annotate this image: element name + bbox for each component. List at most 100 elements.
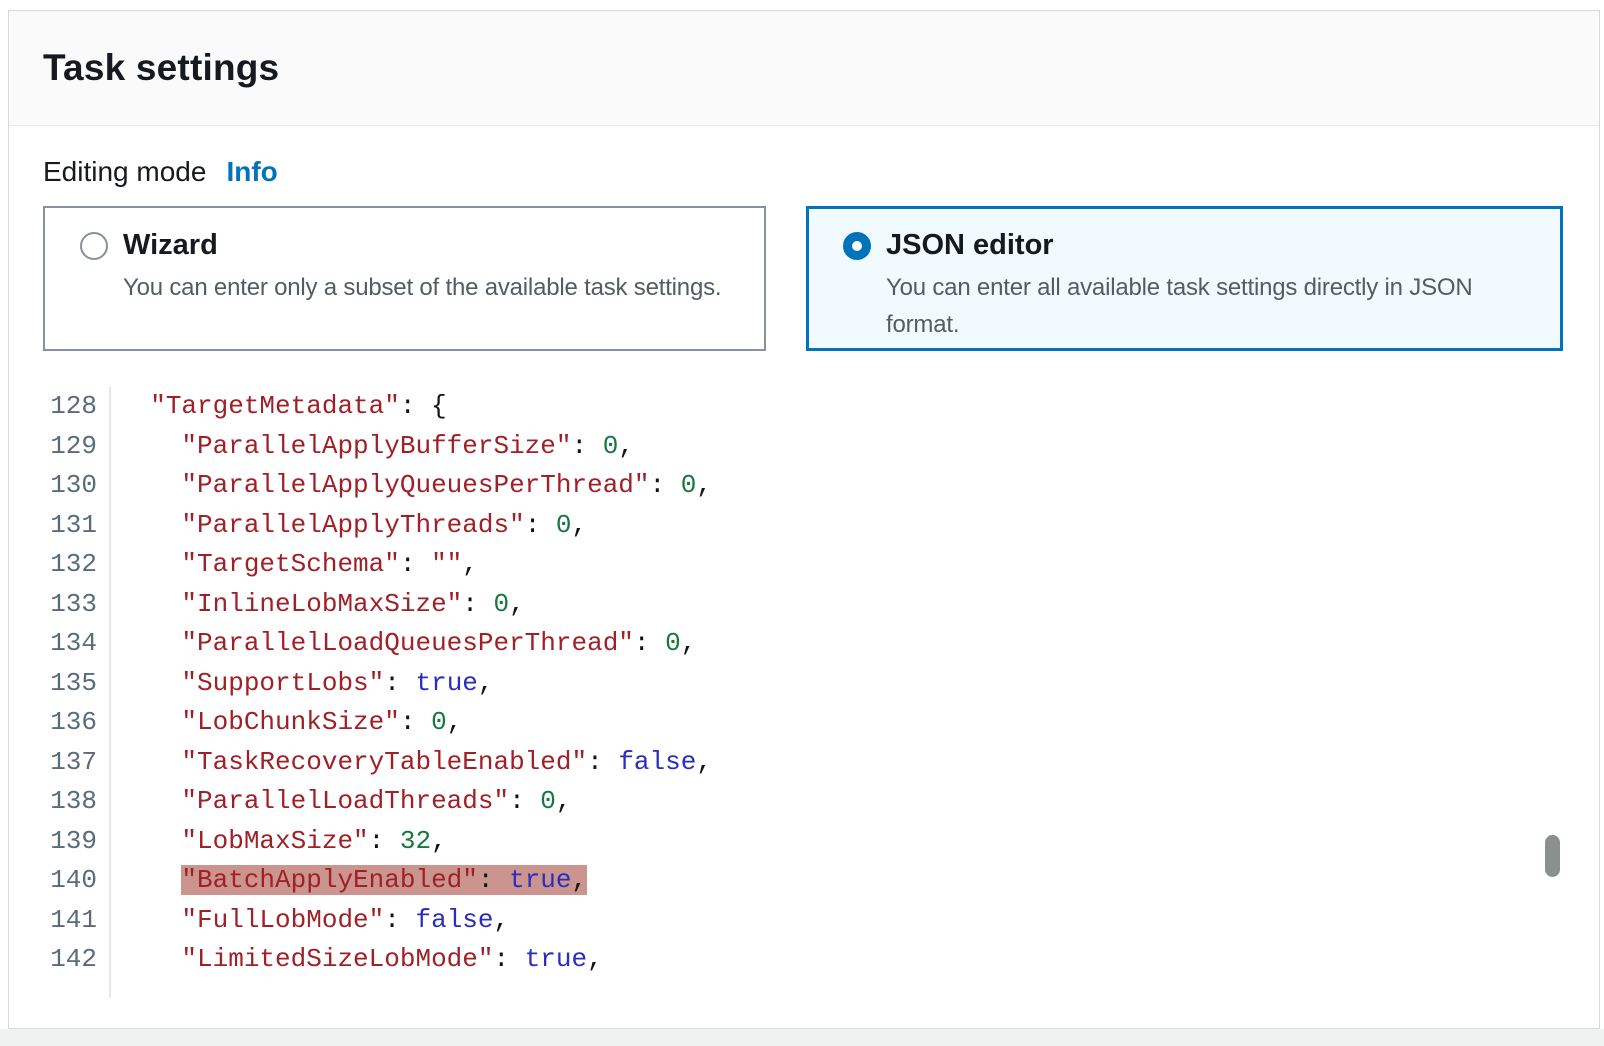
code-token: 0 — [665, 628, 681, 658]
line-number: 137 — [43, 743, 111, 783]
code-token: : — [525, 510, 556, 540]
code-line: 142 "LimitedSizeLobMode": true, — [43, 940, 1565, 980]
code-text: "ParallelLoadThreads": 0, — [111, 782, 572, 822]
code-token: , — [572, 865, 588, 895]
code-token: "LobMaxSize" — [181, 826, 368, 856]
code-token: , — [696, 747, 712, 777]
code-line: 134 "ParallelLoadQueuesPerThread": 0, — [43, 624, 1565, 664]
code-line: 132 "TargetSchema": "", — [43, 545, 1565, 585]
code-token: , — [681, 628, 697, 658]
info-link[interactable]: Info — [226, 156, 277, 188]
code-token: , — [462, 549, 478, 579]
task-settings-panel: Task settings Editing mode Info Wizard Y… — [8, 10, 1600, 1029]
code-token: 0 — [494, 589, 510, 619]
panel-body: Editing mode Info Wizard You can enter o… — [9, 126, 1599, 998]
option-description-json-editor: You can enter all available task setting… — [886, 269, 1541, 343]
code-line: 137 "TaskRecoveryTableEnabled": false, — [43, 743, 1565, 783]
code-line-stub — [43, 980, 1565, 998]
code-token: "BatchApplyEnabled" — [181, 865, 477, 895]
code-token: "ParallelApplyQueuesPerThread" — [181, 470, 649, 500]
option-card-wizard[interactable]: Wizard You can enter only a subset of th… — [43, 206, 766, 351]
code-token: : — [400, 707, 431, 737]
line-number: 136 — [43, 703, 111, 743]
code-token: "SupportLobs" — [181, 668, 384, 698]
code-token: "InlineLobMaxSize" — [181, 589, 462, 619]
editing-mode-options: Wizard You can enter only a subset of th… — [43, 206, 1565, 351]
line-number: 133 — [43, 585, 111, 625]
code-text: "ParallelApplyBufferSize": 0, — [111, 427, 634, 467]
code-token: : { — [400, 391, 447, 421]
code-token: "LimitedSizeLobMode" — [181, 944, 493, 974]
code-line: 128 "TargetMetadata": { — [43, 387, 1565, 427]
code-token: 32 — [400, 826, 431, 856]
code-token: , — [618, 431, 634, 461]
code-line: 135 "SupportLobs": true, — [43, 664, 1565, 704]
line-number: 138 — [43, 782, 111, 822]
code-token: 0 — [556, 510, 572, 540]
line-number: 135 — [43, 664, 111, 704]
option-label-json-editor: JSON editor — [886, 228, 1541, 262]
panel-header: Task settings — [9, 11, 1599, 126]
code-token: : — [369, 826, 400, 856]
code-line: 140 "BatchApplyEnabled": true, — [43, 861, 1565, 901]
code-token: false — [415, 905, 493, 935]
code-token: 0 — [603, 431, 619, 461]
code-token: "ParallelApplyThreads" — [181, 510, 524, 540]
line-number: 129 — [43, 427, 111, 467]
code-token: : — [572, 431, 603, 461]
code-text: "ParallelApplyThreads": 0, — [111, 506, 587, 546]
line-number: 134 — [43, 624, 111, 664]
code-token: 0 — [431, 707, 447, 737]
editing-mode-label: Editing mode — [43, 156, 206, 188]
code-text: "LobChunkSize": 0, — [111, 703, 462, 743]
code-line: 130 "ParallelApplyQueuesPerThread": 0, — [43, 466, 1565, 506]
line-number: 132 — [43, 545, 111, 585]
code-token: : — [493, 944, 524, 974]
code-text: "LimitedSizeLobMode": true, — [111, 940, 603, 980]
line-number: 139 — [43, 822, 111, 862]
code-token: false — [618, 747, 696, 777]
code-token: : — [478, 865, 509, 895]
code-token: , — [587, 944, 603, 974]
option-card-json-editor[interactable]: JSON editor You can enter all available … — [806, 206, 1563, 351]
line-number: 131 — [43, 506, 111, 546]
code-token: : — [634, 628, 665, 658]
code-text: "InlineLobMaxSize": 0, — [111, 585, 525, 625]
code-token: : — [400, 549, 431, 579]
radio-unselected-icon[interactable] — [80, 232, 108, 260]
code-token: "FullLobMode" — [181, 905, 384, 935]
code-line: 139 "LobMaxSize": 32, — [43, 822, 1565, 862]
code-token: , — [509, 589, 525, 619]
code-text: "TargetSchema": "", — [111, 545, 478, 585]
code-text: "BatchApplyEnabled": true, — [111, 861, 587, 901]
radio-selected-icon[interactable] — [843, 232, 871, 260]
code-token: : — [650, 470, 681, 500]
code-text: "TargetMetadata": { — [111, 387, 447, 427]
code-token: : — [509, 786, 540, 816]
json-code-editor[interactable]: 128 "TargetMetadata": {129 "ParallelAppl… — [43, 387, 1565, 998]
code-text: "LobMaxSize": 32, — [111, 822, 447, 862]
code-token: , — [494, 905, 510, 935]
code-token: : — [587, 747, 618, 777]
code-text: "ParallelApplyQueuesPerThread": 0, — [111, 466, 712, 506]
code-token: "LobChunkSize" — [181, 707, 399, 737]
code-text: "TaskRecoveryTableEnabled": false, — [111, 743, 712, 783]
code-token: : — [384, 905, 415, 935]
option-card-text: Wizard You can enter only a subset of th… — [123, 228, 721, 306]
code-token: true — [415, 668, 477, 698]
line-number: 128 — [43, 387, 111, 427]
code-token: "TaskRecoveryTableEnabled" — [181, 747, 587, 777]
code-token: , — [696, 470, 712, 500]
editing-mode-row: Editing mode Info — [43, 156, 1565, 188]
option-description-wizard: You can enter only a subset of the avail… — [123, 269, 721, 306]
line-number: 142 — [43, 940, 111, 980]
line-number: 140 — [43, 861, 111, 901]
option-label-wizard: Wizard — [123, 228, 721, 262]
code-token: 0 — [681, 470, 697, 500]
code-token: "TargetMetadata" — [150, 391, 400, 421]
code-token: "" — [431, 549, 462, 579]
code-line: 131 "ParallelApplyThreads": 0, — [43, 506, 1565, 546]
scrollbar-thumb[interactable] — [1545, 835, 1560, 877]
code-token: 0 — [540, 786, 556, 816]
code-line: 136 "LobChunkSize": 0, — [43, 703, 1565, 743]
